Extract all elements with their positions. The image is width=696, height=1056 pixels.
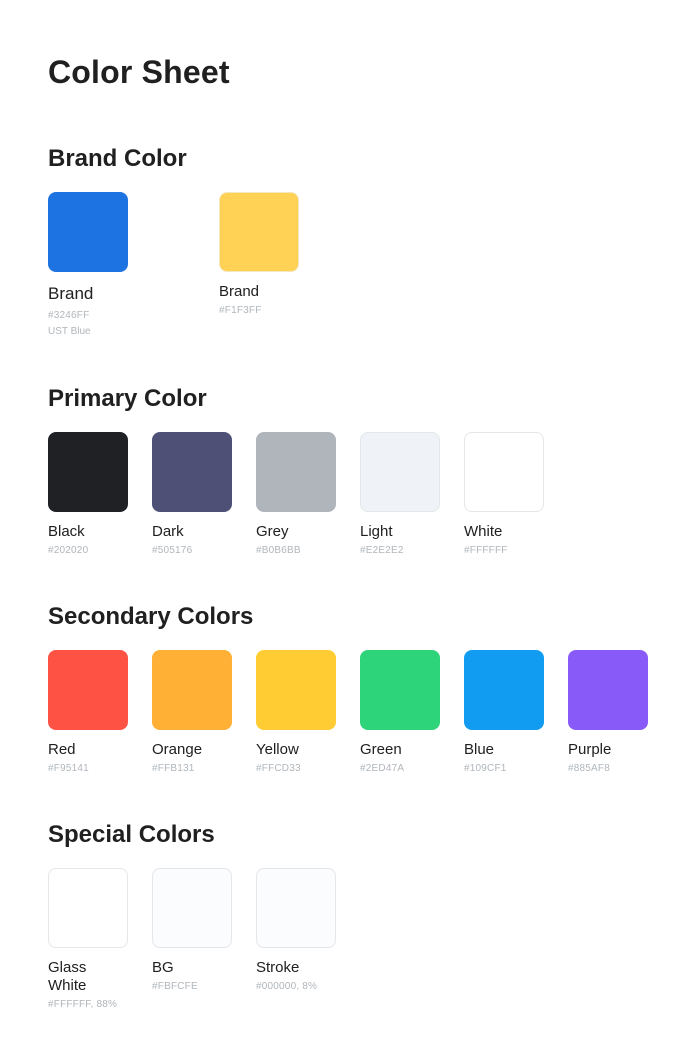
swatch-hex: #FFFFFF (464, 545, 508, 556)
primary-color-heading: Primary Color (48, 385, 207, 412)
swatch-label: Orange (152, 741, 203, 758)
swatch-label: Yellow (256, 741, 299, 758)
swatch-hex: #F95141 (48, 763, 89, 774)
color-chip (568, 650, 648, 730)
secondary-swatch-orange: Orange #FFB131 (152, 650, 252, 775)
color-chip (256, 868, 336, 948)
swatch-label: Light (360, 523, 393, 540)
swatch-hex: #FFCD33 (256, 763, 301, 774)
swatch-label: Black (48, 523, 85, 540)
swatch-hex: #109CF1 (464, 763, 507, 774)
color-chip (256, 650, 336, 730)
swatch-label: Blue (464, 741, 495, 758)
swatch-label: Red (48, 741, 76, 758)
swatch-hex: #FBFCFE (152, 981, 198, 992)
primary-swatch-white: White #FFFFFF (464, 432, 564, 557)
swatch-label: Brand (219, 283, 260, 300)
color-chip (48, 868, 128, 948)
primary-swatch-grey: Grey #B0B6BB (256, 432, 356, 557)
swatch-hex: #885AF8 (568, 763, 610, 774)
primary-swatch-black: Black #202020 (48, 432, 148, 557)
color-chip (360, 432, 440, 512)
swatch-hex: #202020 (48, 545, 89, 556)
swatch-hex: #505176 (152, 545, 193, 556)
swatch-label: Dark (152, 523, 184, 540)
primary-swatch-light: Light #E2E2E2 (360, 432, 460, 557)
color-chip (152, 432, 232, 512)
swatch-label: Green (360, 741, 402, 758)
color-chip (464, 650, 544, 730)
swatch-subtitle: UST Blue (48, 326, 91, 337)
swatch-hex: #F1F3FF (219, 305, 262, 316)
color-chip (48, 432, 128, 512)
special-swatch-glass-white: Glass White #FFFFFF, 88% (48, 868, 148, 1011)
swatch-label: White (464, 523, 503, 540)
swatch-hex: #FFFFFF, 88% (48, 999, 118, 1010)
secondary-swatch-purple: Purple #885AF8 (568, 650, 668, 775)
brand-swatch-blue: Brand #3246FF UST Blue (48, 192, 148, 338)
special-swatch-stroke: Stroke #000000, 8% (256, 868, 356, 993)
swatch-label: Glass White (48, 959, 87, 994)
color-chip (219, 192, 299, 272)
swatch-label: Stroke (256, 959, 300, 976)
swatch-hex: #E2E2E2 (360, 545, 404, 556)
color-chip (152, 650, 232, 730)
secondary-colors-heading: Secondary Colors (48, 603, 254, 630)
swatch-hex: #B0B6BB (256, 545, 301, 556)
swatch-label: Purple (568, 741, 612, 758)
swatch-label: BG (152, 959, 174, 976)
color-chip (48, 650, 128, 730)
secondary-swatch-green: Green #2ED47A (360, 650, 460, 775)
swatch-hex: #2ED47A (360, 763, 405, 774)
brand-color-heading: Brand Color (48, 145, 187, 172)
special-swatch-bg: BG #FBFCFE (152, 868, 252, 993)
primary-swatch-dark: Dark #505176 (152, 432, 252, 557)
swatch-label: Grey (256, 523, 289, 540)
secondary-swatch-red: Red #F95141 (48, 650, 148, 775)
secondary-swatch-blue: Blue #109CF1 (464, 650, 564, 775)
swatch-hex: #3246FF (48, 310, 90, 321)
color-chip (48, 192, 128, 272)
special-colors-heading: Special Colors (48, 821, 215, 848)
color-chip (464, 432, 544, 512)
color-chip (360, 650, 440, 730)
swatch-label: Brand (48, 284, 94, 303)
secondary-swatch-yellow: Yellow #FFCD33 (256, 650, 356, 775)
page-title: Color Sheet (48, 54, 230, 90)
color-chip (256, 432, 336, 512)
color-chip (152, 868, 232, 948)
swatch-hex: #FFB131 (152, 763, 195, 774)
brand-swatch-yellow: Brand #F1F3FF (219, 192, 319, 317)
swatch-hex: #000000, 8% (256, 981, 318, 992)
